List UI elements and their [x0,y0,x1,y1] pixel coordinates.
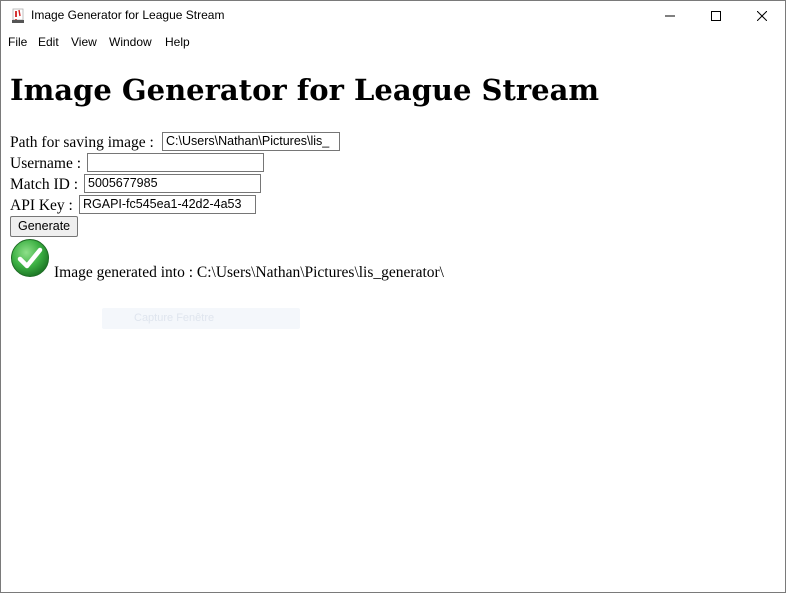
menu-bar: File Edit View Window Help [1,32,785,52]
username-input[interactable] [87,153,264,172]
menu-view[interactable]: View [71,35,97,49]
menu-edit[interactable]: Edit [38,35,59,49]
menu-window[interactable]: Window [109,35,152,49]
capture-window-overlay: Capture Fenêtre [102,308,300,329]
app-icon [12,8,24,23]
generate-button[interactable]: Generate [10,216,79,237]
capture-window-label: Capture Fenêtre [134,312,215,324]
close-button[interactable] [739,1,785,31]
menu-help[interactable]: Help [165,35,190,49]
path-label: Path for saving image : [10,134,154,151]
page-title: Image Generator for League Stream [10,73,600,107]
title-bar[interactable]: Image Generator for League Stream [1,1,785,31]
menu-file[interactable]: File [8,35,27,49]
path-input[interactable]: C:\Users\Nathan\Pictures\lis_ [162,132,340,151]
maximize-icon [711,11,721,21]
app-window: Image Generator for League Stream File E… [0,0,786,593]
maximize-button[interactable] [693,1,739,31]
match-id-input[interactable]: 5005677985 [84,174,261,193]
window-title: Image Generator for League Stream [31,8,225,22]
minimize-button[interactable] [647,1,693,31]
check-circle-icon [11,239,49,277]
close-icon [757,11,767,21]
minimize-icon [665,15,675,17]
api-key-label: API Key : [10,197,73,214]
username-label: Username : [10,155,82,172]
api-key-input[interactable]: RGAPI-fc545ea1-42d2-4a53 [79,195,256,214]
match-id-label: Match ID : [10,176,79,193]
status-message: Image generated into : C:\Users\Nathan\P… [54,264,444,281]
